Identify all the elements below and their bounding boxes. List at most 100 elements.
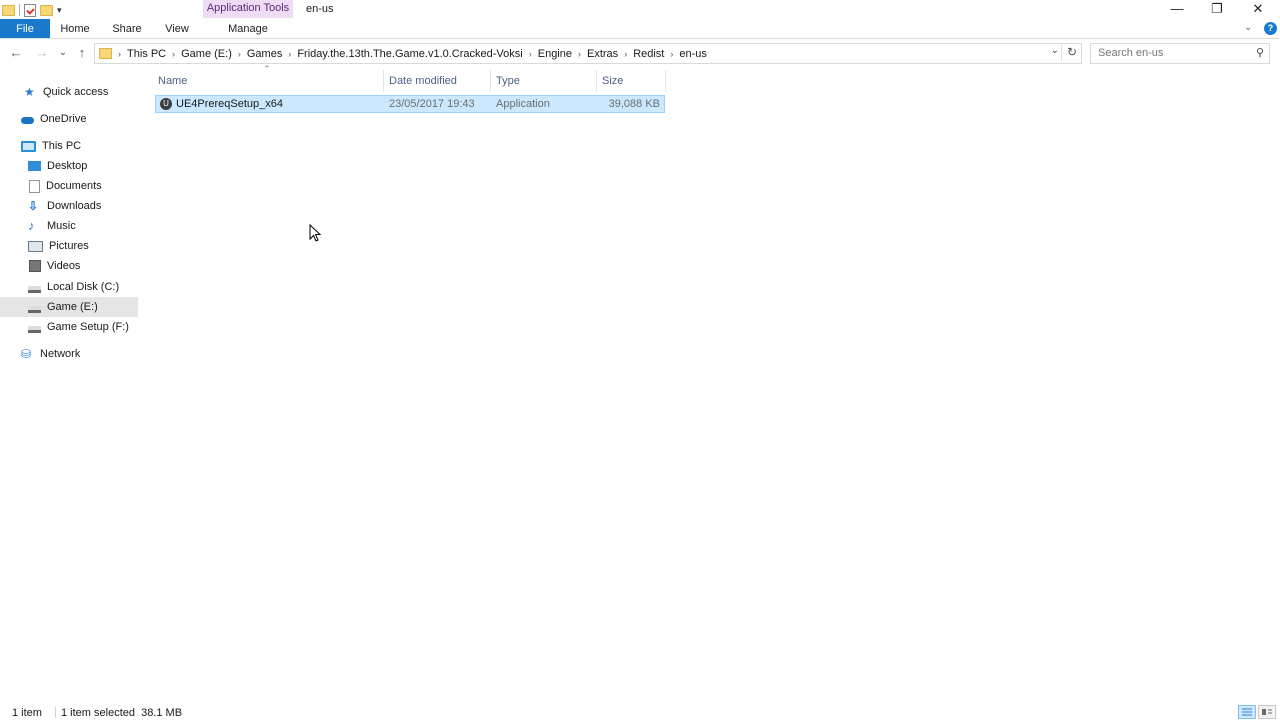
restore-button[interactable]: ❐: [1197, 0, 1237, 20]
folder-icon: [99, 48, 112, 59]
sidebar-item-quick-access[interactable]: ★ Quick access: [0, 82, 138, 102]
toolbar-divider: [19, 4, 20, 16]
table-row[interactable]: U UE4PrereqSetup_x64 23/05/2017 19:43 Ap…: [155, 95, 665, 113]
sidebar-item-label: Local Disk (C:): [47, 281, 120, 293]
ribbon-tabs: File Home Share View Manage: [0, 19, 1280, 39]
music-icon: ♪: [28, 218, 35, 233]
sidebar-item-network[interactable]: ⛁ Network: [0, 344, 138, 364]
star-icon: ★: [24, 85, 35, 99]
sidebar-item-label: Pictures: [49, 240, 89, 252]
search-icon[interactable]: ⚲: [1256, 46, 1264, 59]
drive-icon: [28, 306, 41, 313]
tab-view[interactable]: View: [158, 19, 196, 39]
details-view-button[interactable]: [1238, 705, 1256, 719]
file-name: UE4PrereqSetup_x64: [176, 98, 284, 110]
search-placeholder: Search en-us: [1098, 47, 1164, 59]
breadcrumb-game-folder[interactable]: Friday.the.13th.The.Game.v1.0.Cracked-Vo…: [292, 48, 527, 60]
pictures-icon: [28, 240, 43, 252]
sidebar-item-label: Quick access: [43, 86, 109, 98]
breadcrumb-extras[interactable]: Extras: [582, 48, 623, 60]
recent-locations-button[interactable]: ⌄: [56, 44, 70, 62]
computer-icon: [21, 140, 36, 152]
downloads-icon: ⇩: [28, 199, 39, 213]
column-header-name[interactable]: Name: [152, 73, 378, 89]
mouse-cursor-icon: [309, 224, 322, 242]
sidebar-item-label: Game (E:): [47, 301, 98, 313]
cloud-icon: [21, 117, 34, 124]
forward-button[interactable]: →: [34, 44, 50, 62]
navigation-pane: ★ Quick access OneDrive This PC Desktop …: [0, 70, 140, 700]
drive-icon: [28, 286, 41, 293]
sidebar-item-label: Game Setup (F:): [47, 321, 129, 333]
file-size: 39,088 KB: [608, 98, 660, 110]
status-bar: 1 item 1 item selected 38.1 MB: [0, 704, 1280, 720]
sidebar-item-documents[interactable]: Documents: [0, 176, 138, 196]
back-button[interactable]: ←: [8, 44, 24, 62]
breadcrumb-game-e[interactable]: Game (E:): [176, 48, 237, 60]
help-icon[interactable]: ?: [1264, 22, 1277, 35]
network-icon: ⛁: [21, 347, 32, 361]
breadcrumb-this-pc[interactable]: This PC: [122, 48, 171, 60]
details-view-icon: [1242, 708, 1252, 716]
tab-share[interactable]: Share: [105, 19, 149, 39]
address-bar[interactable]: › This PC › Game (E:) › Games › Friday.t…: [94, 43, 1082, 64]
properties-icon[interactable]: [24, 3, 36, 17]
breadcrumb: › This PC › Game (E:) › Games › Friday.t…: [99, 44, 712, 63]
sidebar-item-videos[interactable]: Videos: [0, 256, 138, 276]
sidebar-item-label: Desktop: [47, 160, 88, 172]
sidebar-item-label: Music: [47, 220, 76, 232]
tab-file[interactable]: File: [0, 19, 50, 39]
new-folder-icon[interactable]: [40, 4, 53, 16]
tab-home[interactable]: Home: [55, 19, 95, 39]
column-divider[interactable]: [665, 70, 666, 92]
large-icons-view-button[interactable]: [1258, 705, 1276, 719]
minimize-button[interactable]: —: [1157, 0, 1197, 20]
sidebar-item-label: Downloads: [47, 200, 102, 212]
sidebar-item-label: This PC: [42, 140, 82, 152]
refresh-icon[interactable]: ↻: [1067, 45, 1077, 59]
documents-icon: [29, 179, 40, 193]
breadcrumb-en-us[interactable]: en-us: [674, 48, 712, 60]
folder-icon: [2, 4, 15, 16]
sidebar-item-label: Network: [40, 348, 81, 360]
sidebar-item-local-disk-c[interactable]: Local Disk (C:): [0, 277, 138, 297]
sidebar-item-desktop[interactable]: Desktop: [0, 156, 138, 176]
close-button[interactable]: ✕: [1238, 0, 1278, 20]
sidebar-item-this-pc[interactable]: This PC: [0, 136, 138, 156]
sidebar-item-onedrive[interactable]: OneDrive: [0, 109, 138, 129]
unreal-app-icon: U: [160, 98, 172, 110]
column-header-date-modified[interactable]: Date modified: [383, 73, 489, 89]
videos-icon: [29, 260, 41, 272]
ribbon-divider: [0, 38, 1280, 39]
sidebar-item-label: OneDrive: [40, 113, 87, 125]
address-divider: [1061, 45, 1062, 61]
drive-icon: [28, 326, 41, 333]
customize-toolbar-icon[interactable]: ▾: [57, 5, 62, 16]
status-selection: 1 item selected 38.1 MB: [61, 707, 183, 719]
sidebar-item-pictures[interactable]: Pictures: [0, 236, 138, 256]
address-history-dropdown-icon[interactable]: ⌄: [1051, 45, 1059, 56]
search-input[interactable]: Search en-us ⚲: [1090, 43, 1270, 64]
breadcrumb-games[interactable]: Games: [242, 48, 287, 60]
expand-ribbon-icon[interactable]: ⌄: [1244, 22, 1252, 33]
sidebar-item-game-e[interactable]: Game (E:): [0, 297, 138, 317]
sidebar-item-game-setup-f[interactable]: Game Setup (F:): [0, 317, 138, 337]
status-divider: [55, 707, 56, 718]
sidebar-item-label: Videos: [47, 260, 81, 272]
column-header-type[interactable]: Type: [490, 73, 596, 89]
status-item-count: 1 item: [12, 707, 42, 719]
sidebar-item-label: Documents: [46, 180, 102, 192]
title-bar: [0, 0, 1280, 20]
breadcrumb-redist[interactable]: Redist: [628, 48, 669, 60]
up-button[interactable]: ↑: [74, 44, 90, 62]
tab-manage[interactable]: Manage: [203, 19, 293, 39]
file-type: Application: [496, 98, 550, 110]
file-date-modified: 23/05/2017 19:43: [389, 98, 475, 110]
window-title: en-us: [306, 3, 334, 15]
breadcrumb-engine[interactable]: Engine: [533, 48, 577, 60]
sidebar-item-music[interactable]: ♪ Music: [0, 216, 138, 236]
column-header-size[interactable]: Size: [596, 73, 662, 89]
context-tab-group-label: Application Tools: [203, 0, 293, 18]
desktop-icon: [28, 161, 41, 171]
sidebar-item-downloads[interactable]: ⇩ Downloads: [0, 196, 138, 216]
